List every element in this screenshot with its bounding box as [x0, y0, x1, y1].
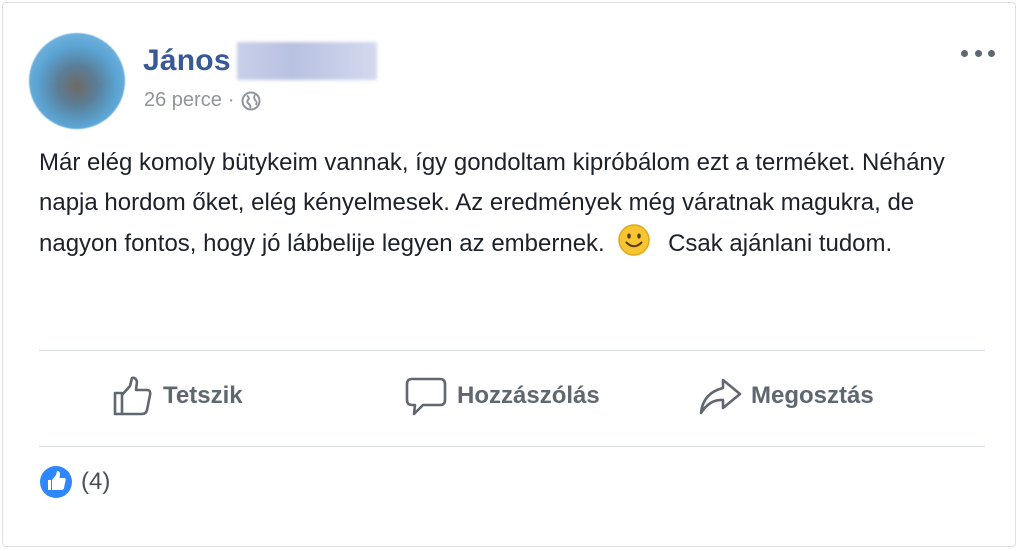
- author-avatar[interactable]: [29, 33, 125, 129]
- author-row: János: [143, 41, 377, 81]
- thumbs-up-icon: [113, 376, 152, 416]
- like-button[interactable]: Tetszik: [109, 373, 243, 419]
- comment-label: Hozzászólás: [457, 382, 600, 409]
- more-options-button[interactable]: [961, 43, 995, 63]
- post-timestamp[interactable]: 26 perce: [144, 89, 222, 112]
- post-text-closing: Csak ajánlani tudom.: [668, 230, 893, 257]
- share-button[interactable]: Megosztás: [697, 373, 874, 419]
- comment-button[interactable]: Hozzászólás: [403, 373, 600, 419]
- like-label: Tetszik: [163, 382, 243, 409]
- post-body: Már elég komoly bütykeim vannak, így gon…: [39, 143, 979, 264]
- dot-icon: [961, 49, 968, 57]
- dot-icon: [974, 49, 982, 57]
- smiling-face-icon: [617, 223, 651, 257]
- post-meta: 26 perce ·: [144, 89, 261, 112]
- author-name[interactable]: János: [143, 44, 231, 78]
- divider: [39, 446, 985, 447]
- divider: [39, 350, 985, 351]
- dot-icon: [988, 49, 995, 57]
- like-reaction-icon: [40, 466, 72, 498]
- post-card: János 26 perce · Már elég komoly bütykei…: [2, 2, 1016, 547]
- reaction-count: (4): [81, 468, 111, 495]
- redacted-surname: [236, 42, 377, 80]
- meta-separator: ·: [227, 89, 235, 111]
- globe-icon[interactable]: [241, 91, 261, 111]
- share-label: Megosztás: [751, 382, 874, 409]
- comment-bubble-icon: [405, 377, 447, 416]
- share-arrow-icon: [699, 378, 742, 415]
- reactions-summary[interactable]: (4): [39, 465, 110, 499]
